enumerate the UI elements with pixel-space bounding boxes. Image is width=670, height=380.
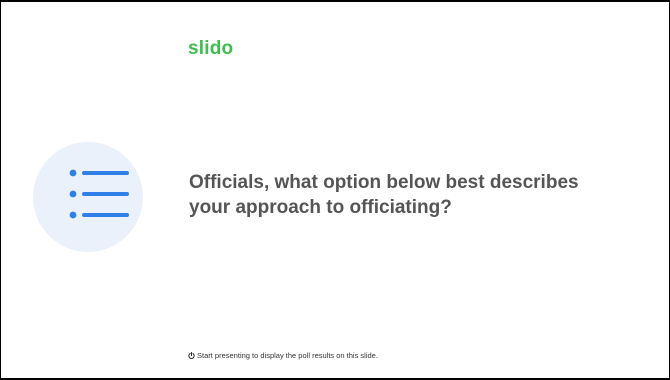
poll-question-line-2: your approach to officiating? <box>189 197 452 218</box>
slido-logo-text: slido <box>188 38 234 59</box>
list-icon-bullet-2 <box>69 190 77 198</box>
slido-logo: slido <box>188 38 233 60</box>
slide: slido Officials, what option below best … <box>0 0 670 380</box>
list-icon-bullet-1 <box>69 169 77 177</box>
presenting-hint-text: Start presenting to display the poll res… <box>197 351 378 360</box>
power-icon <box>188 352 195 359</box>
poll-icon-circle <box>33 142 143 252</box>
poll-question-line-1: Officials, what option below best descri… <box>189 172 579 193</box>
poll-question: Officials, what option below best descri… <box>189 170 659 220</box>
list-icon <box>69 169 129 219</box>
presenting-hint: Start presenting to display the poll res… <box>188 351 378 360</box>
list-icon-bullet-3 <box>69 211 77 219</box>
